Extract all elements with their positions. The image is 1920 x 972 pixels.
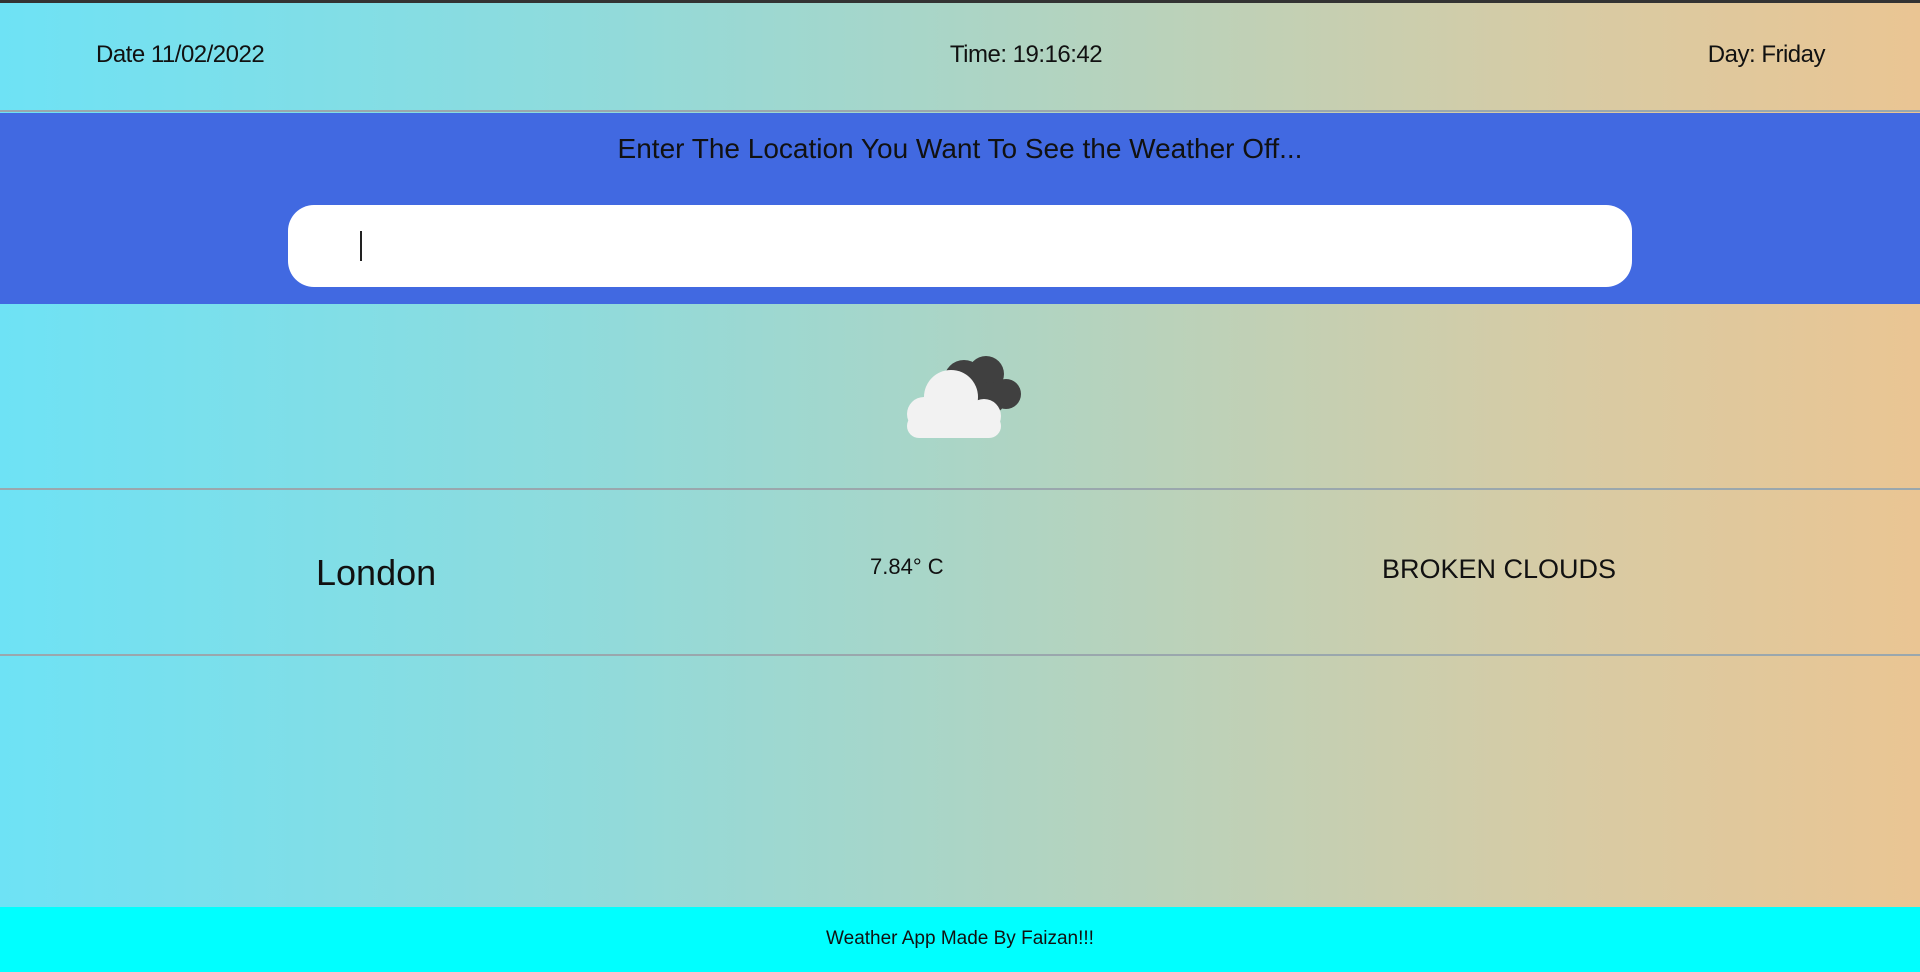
date-display: Date 11/02/2022 [96, 41, 265, 68]
text-cursor [360, 231, 362, 261]
temperature-value: 7.84° C [870, 554, 944, 579]
time-display: Time: 19:16:42 [949, 41, 1103, 68]
weather-icon-section [0, 304, 1920, 490]
day-display: Day: Friday [1707, 41, 1826, 68]
search-section: Enter The Location You Want To See the W… [0, 113, 1920, 304]
footer: Weather App Made By Faizan!!! [0, 907, 1920, 972]
location-search-input[interactable] [288, 205, 1632, 287]
city-name: London [316, 552, 437, 593]
footer-credit: Weather App Made By Faizan!!! [826, 928, 1094, 949]
weather-info-row: London 7.84° C BROKEN CLOUDS [0, 492, 1920, 656]
search-prompt: Enter The Location You Want To See the W… [617, 133, 1303, 164]
header-bar: Date 11/02/2022 Time: 19:16:42 Day: Frid… [0, 3, 1920, 112]
broken-clouds-icon [907, 356, 1021, 438]
weather-condition: BROKEN CLOUDS [1382, 554, 1617, 584]
